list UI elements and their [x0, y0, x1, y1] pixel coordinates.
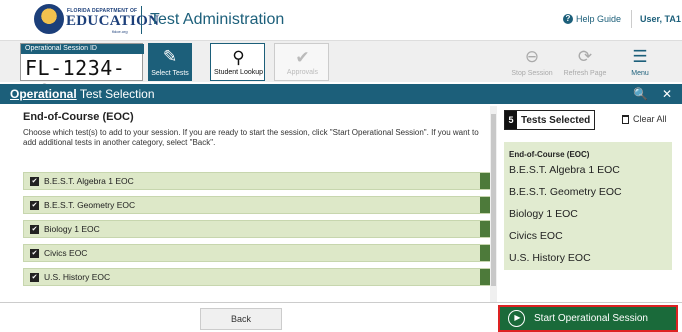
- test-row[interactable]: ✔ B.E.S.T. Algebra 1 EOC: [23, 172, 495, 190]
- stop-session-label: Stop Session: [511, 70, 553, 77]
- refresh-page-label: Refresh Page: [563, 70, 607, 77]
- hamburger-menu-icon: ☰: [632, 47, 648, 66]
- scrollbar-thumb[interactable]: [491, 114, 496, 286]
- approvals-button[interactable]: ✔ Approvals: [274, 43, 329, 81]
- search-icon: ⚲: [232, 48, 245, 67]
- selected-tests-panel: 5 Tests Selected Clear All End-of-Course…: [500, 106, 682, 302]
- selected-count-label: Tests Selected: [521, 115, 591, 126]
- selected-count: 5: [505, 111, 517, 129]
- stop-session-button[interactable]: ⊖ Stop Session: [508, 43, 556, 81]
- logo-big-text: EDUCATION: [66, 13, 160, 29]
- start-session-label: Start Operational Session: [534, 313, 648, 324]
- checkbox-checked-icon[interactable]: ✔: [30, 273, 39, 282]
- selected-category: End-of-Course (EOC): [509, 150, 590, 159]
- top-header: FLORIDA DEPARTMENT OF EDUCATION fldoe.or…: [0, 0, 682, 40]
- test-name: U.S. History EOC: [44, 272, 111, 282]
- instructions-text: Choose which test(s) to add to your sess…: [23, 128, 479, 147]
- student-lookup-button[interactable]: ⚲ Student Lookup: [210, 43, 265, 81]
- help-guide-label: Help Guide: [576, 14, 622, 24]
- test-name: Biology 1 EOC: [44, 224, 100, 234]
- help-icon: ?: [563, 14, 573, 24]
- test-row[interactable]: ✔ Biology 1 EOC: [23, 220, 495, 238]
- user-menu[interactable]: User, TA1 ⌄: [640, 14, 682, 25]
- help-guide-link[interactable]: ? Help Guide: [563, 14, 621, 24]
- state-seal-icon: [34, 4, 64, 34]
- test-row[interactable]: ✔ Civics EOC: [23, 244, 495, 262]
- refresh-icon: ⟳: [577, 47, 593, 66]
- test-name: Civics EOC: [44, 248, 88, 258]
- session-id-box: Operational Session ID FL-1234-56: [20, 43, 144, 104]
- clear-all-button[interactable]: Clear All: [622, 114, 667, 124]
- test-selection-panel: End-of-Course (EOC) Choose which test(s)…: [15, 106, 497, 302]
- footer: Back ▶ Start Operational Session: [0, 302, 682, 332]
- trash-icon: [622, 114, 629, 124]
- section-bar: Operational Test Selection 🔍 ✕: [0, 84, 682, 104]
- test-row[interactable]: ✔ U.S. History EOC: [23, 268, 495, 286]
- session-id-label: Operational Session ID: [21, 44, 144, 54]
- fldoe-logo[interactable]: FLORIDA DEPARTMENT OF EDUCATION fldoe.or…: [34, 4, 159, 36]
- selected-test-item: B.E.S.T. Geometry EOC: [509, 186, 622, 198]
- search-icon[interactable]: 🔍: [633, 84, 648, 104]
- checkbox-checked-icon[interactable]: ✔: [30, 225, 39, 234]
- student-lookup-label: Student Lookup: [213, 69, 264, 76]
- menu-button[interactable]: ☰ Menu: [616, 43, 664, 81]
- pencil-icon: ✎: [162, 47, 178, 66]
- approvals-label: Approvals: [286, 69, 319, 76]
- selected-test-item: B.E.S.T. Algebra 1 EOC: [509, 164, 620, 176]
- logo-tag-text: fldoe.org: [112, 29, 128, 34]
- operational-link[interactable]: Operational: [10, 87, 77, 101]
- select-tests-button[interactable]: ✎ Select Tests: [148, 43, 192, 81]
- selected-tests-list: End-of-Course (EOC) B.E.S.T. Algebra 1 E…: [504, 142, 672, 270]
- tests-selected-counter: 5 Tests Selected: [504, 110, 595, 130]
- stop-icon: ⊖: [524, 47, 540, 66]
- clear-all-label: Clear All: [633, 114, 667, 124]
- selected-test-item: Biology 1 EOC: [509, 208, 578, 220]
- category-title: End-of-Course (EOC): [23, 111, 134, 123]
- close-icon[interactable]: ✕: [662, 84, 672, 104]
- left-panel-scrollbar[interactable]: [490, 106, 497, 302]
- checkbox-checked-icon[interactable]: ✔: [30, 249, 39, 258]
- checkbox-checked-icon[interactable]: ✔: [30, 201, 39, 210]
- user-divider: [631, 10, 632, 28]
- refresh-page-button[interactable]: ⟳ Refresh Page: [561, 43, 609, 81]
- header-divider: [141, 6, 142, 34]
- toolbar: Operational Session ID FL-1234-56 ✎ Sele…: [0, 40, 682, 104]
- back-button[interactable]: Back: [200, 308, 282, 330]
- app-title: Test Administration: [150, 11, 285, 28]
- checkmark-icon: ✔: [295, 48, 310, 67]
- checkbox-checked-icon[interactable]: ✔: [30, 177, 39, 186]
- select-tests-label: Select Tests: [151, 70, 189, 77]
- test-name: B.E.S.T. Algebra 1 EOC: [44, 176, 134, 186]
- test-name: B.E.S.T. Geometry EOC: [44, 200, 136, 210]
- test-row[interactable]: ✔ B.E.S.T. Geometry EOC: [23, 196, 495, 214]
- start-operational-session-button[interactable]: ▶ Start Operational Session: [498, 305, 678, 332]
- section-title: Test Selection: [79, 87, 155, 101]
- play-circle-icon: ▶: [508, 310, 525, 327]
- selected-test-item: U.S. History EOC: [509, 252, 591, 264]
- menu-label: Menu: [631, 70, 649, 77]
- selected-test-item: Civics EOC: [509, 230, 563, 242]
